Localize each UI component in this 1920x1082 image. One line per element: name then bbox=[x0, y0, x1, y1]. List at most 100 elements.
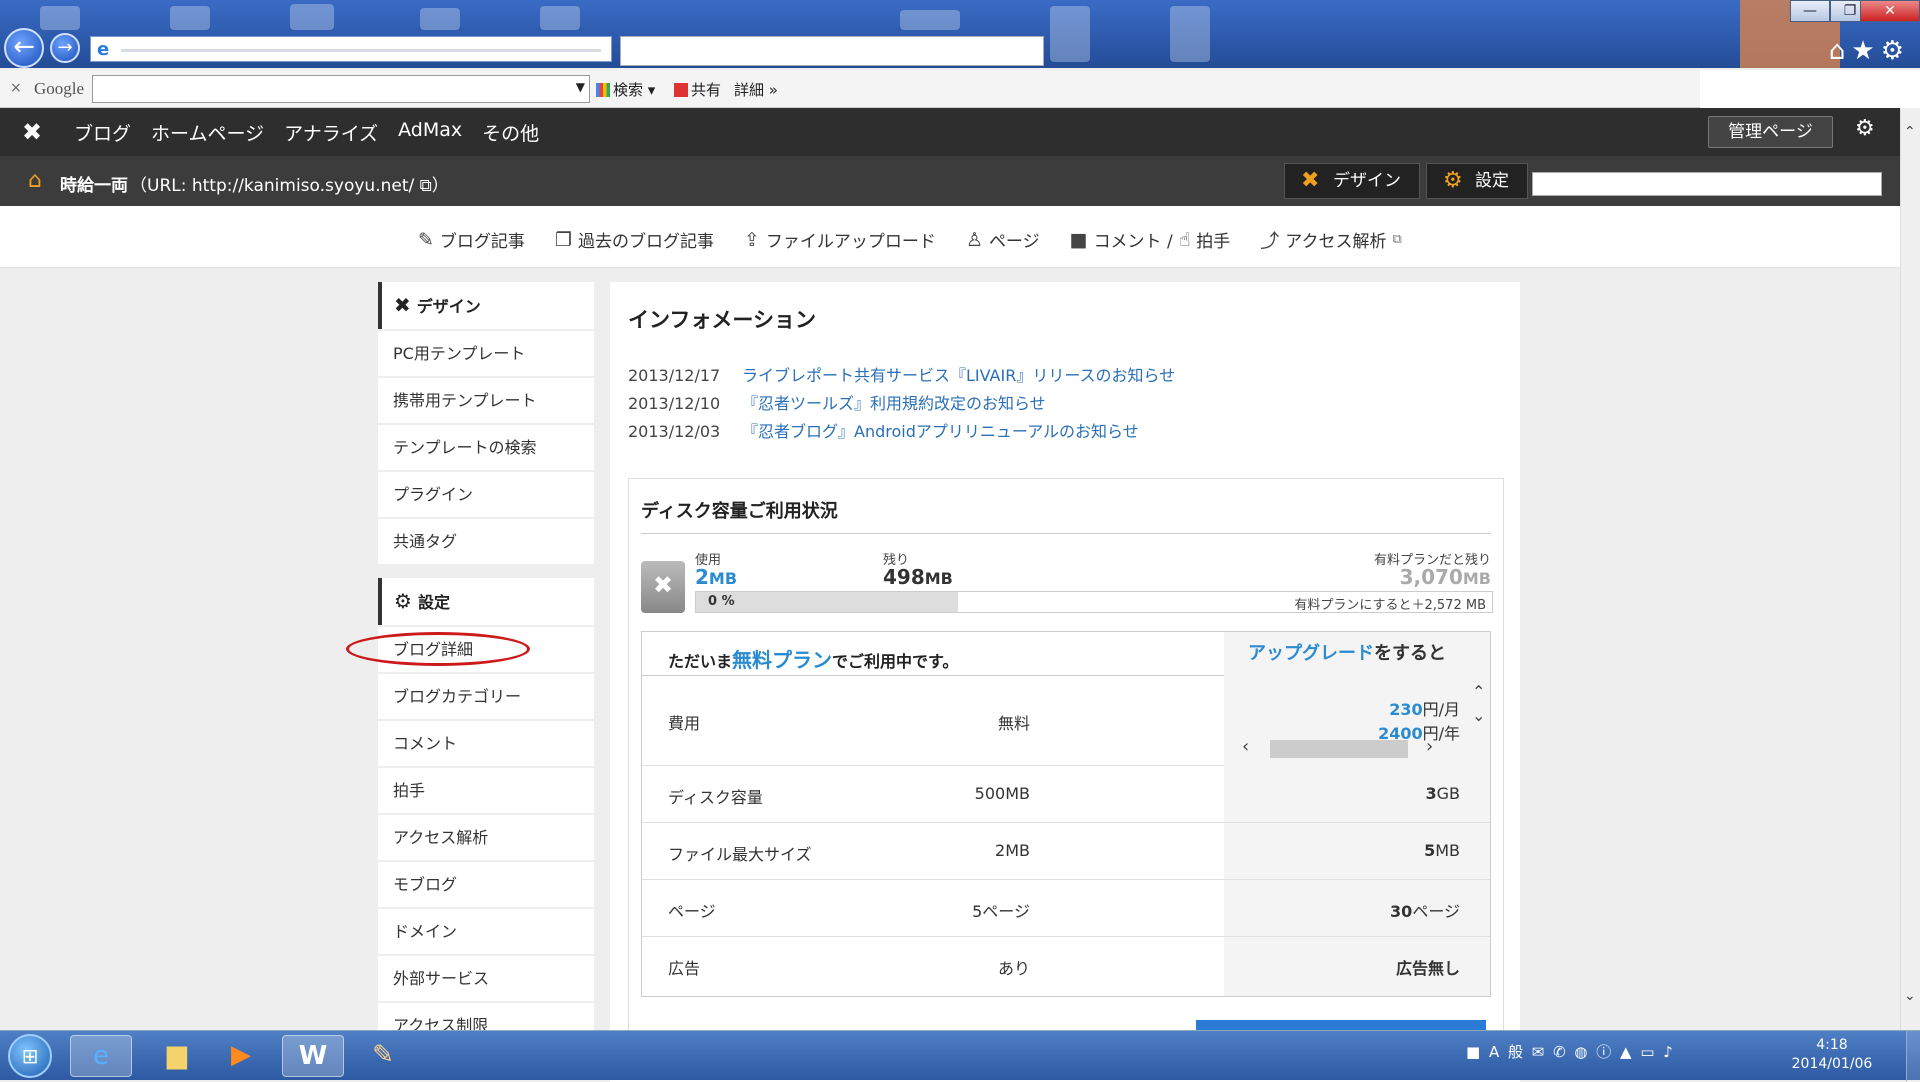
news-link[interactable]: 『忍者ブログ』Androidアプリリニューアルのお知らせ bbox=[742, 422, 1139, 441]
subnav-blog-posts[interactable]: ✎ ブログ記事 bbox=[418, 226, 525, 253]
blog-header-bar: ⌂ 時給一両 （URL: http://kanimiso.syoyu.net/ … bbox=[0, 156, 1900, 206]
sidebar-item-comment[interactable]: コメント bbox=[378, 721, 594, 766]
gear-icon[interactable]: ⚙ bbox=[1855, 116, 1875, 141]
gear-icon[interactable]: ⚙ bbox=[1881, 36, 1910, 66]
arrow-left-icon: ← bbox=[13, 32, 35, 62]
news-link[interactable]: 『忍者ツールズ』利用規約改定のお知らせ bbox=[742, 394, 1046, 413]
sidebar-item-clap[interactable]: 拍手 bbox=[378, 768, 594, 813]
sidebar-item-pc-template[interactable]: PC用テンプレート bbox=[378, 331, 594, 376]
gear-icon: ⚙ bbox=[1443, 168, 1463, 193]
taskbar-ie[interactable]: e bbox=[70, 1035, 132, 1077]
home-icon[interactable]: ⌂ bbox=[1829, 36, 1852, 66]
minimize-button[interactable]: — bbox=[1790, 0, 1830, 22]
scroll-down-icon[interactable]: ⌄ bbox=[1472, 706, 1485, 725]
star-icon[interactable]: ★ bbox=[1851, 36, 1880, 66]
sidebar-item-moblog[interactable]: モブログ bbox=[378, 862, 594, 907]
news-link[interactable]: ライブレポート共有サービス『LIVAIR』リリースのお知らせ bbox=[742, 366, 1175, 385]
subnav-page[interactable]: ♙ ページ bbox=[966, 226, 1040, 253]
nav-analyze[interactable]: アナライズ bbox=[284, 119, 378, 146]
sidebar-settings-header: ⚙ 設定 bbox=[378, 578, 594, 625]
subnav-file-upload[interactable]: ⇪ ファイルアップロード bbox=[744, 226, 936, 253]
taskbar-paint[interactable]: ✎ bbox=[352, 1035, 414, 1077]
progress-percent: 0 % bbox=[708, 594, 735, 609]
sidebar-item-domain[interactable]: ドメイン bbox=[378, 909, 594, 954]
taskbar-word[interactable]: W bbox=[282, 1035, 344, 1077]
used-value: 2MB bbox=[695, 565, 738, 589]
table-row: ディスク容量 500MB bbox=[642, 766, 1224, 823]
sidebar-item-common-tag[interactable]: 共通タグ bbox=[378, 519, 594, 564]
paid-remain-value: 3,070MB bbox=[1399, 565, 1491, 589]
chart-icon: ⤴ bbox=[1260, 230, 1280, 252]
taskbar-clock[interactable]: 4:18 2014/01/06 bbox=[1786, 1036, 1878, 1074]
external-link-icon: ⧉ bbox=[414, 176, 432, 196]
windows-logo-icon: ⊞ bbox=[21, 1044, 39, 1068]
comment-icon: ■ bbox=[1069, 228, 1088, 251]
ninja-global-nav: ✖ ブログ ホームページ アナライズ AdMax その他 管理ページ ⚙ bbox=[0, 108, 1900, 156]
google-search-button[interactable]: 検索 ▾ bbox=[596, 79, 655, 100]
home-icon[interactable]: ⌂ bbox=[28, 170, 42, 192]
sidebar-item-blog-category[interactable]: ブログカテゴリー bbox=[378, 674, 594, 719]
design-button[interactable]: ✖ デザイン bbox=[1284, 163, 1420, 199]
show-desktop-button[interactable] bbox=[1906, 1031, 1920, 1081]
dropdown-arrow-icon[interactable]: ▼ bbox=[576, 80, 585, 94]
blog-url[interactable]: （URL: http://kanimiso.syoyu.net/ ⧉） bbox=[130, 171, 449, 196]
share-button[interactable]: 共有 bbox=[674, 79, 721, 100]
taskbar-explorer[interactable]: ▆ bbox=[146, 1035, 208, 1077]
close-toolbar-button[interactable]: × bbox=[10, 80, 22, 96]
subnav-items: ✎ ブログ記事 ❐ 過去のブログ記事 ⇪ ファイルアップロード ♙ ページ ■ コメント … bbox=[418, 226, 1402, 253]
table-cell-paid: 30ページ bbox=[1224, 880, 1490, 937]
clock-time: 4:18 bbox=[1816, 1037, 1848, 1053]
sidebar-item-access-analysis[interactable]: アクセス解析 bbox=[378, 815, 594, 860]
ninja-logo-icon[interactable]: ✖ bbox=[22, 118, 42, 146]
nav-admax[interactable]: AdMax bbox=[398, 119, 462, 146]
word-icon: W bbox=[298, 1041, 328, 1071]
scroll-up-icon[interactable]: ⌃ bbox=[1472, 682, 1485, 701]
forward-button[interactable]: → bbox=[50, 33, 80, 63]
google-logo: Google bbox=[34, 79, 85, 98]
ie-icon: e bbox=[97, 39, 110, 60]
sitemap-icon: ♙ bbox=[965, 228, 983, 251]
settings-button[interactable]: ⚙ 設定 bbox=[1426, 163, 1528, 199]
upgrade-link[interactable]: アップグレード bbox=[1248, 643, 1374, 664]
page-vertical-scrollbar[interactable]: ⌃ ⌄ bbox=[1900, 108, 1920, 1030]
taskbar-media-player[interactable]: ▶ bbox=[210, 1035, 272, 1077]
browser-titlebar: ← → e — ❐ ✕ ⌂★⚙ bbox=[0, 0, 1920, 68]
back-button[interactable]: ← bbox=[4, 28, 44, 68]
subnav-past-posts[interactable]: ❐ 過去のブログ記事 bbox=[555, 226, 714, 253]
header-search-input[interactable] bbox=[1532, 172, 1882, 196]
admin-page-button[interactable]: 管理ページ bbox=[1708, 116, 1833, 148]
detail-button[interactable]: 詳細 » bbox=[734, 79, 778, 100]
news-date: 2013/12/03 bbox=[628, 422, 721, 441]
table-row: ファイル最大サイズ 2MB bbox=[642, 823, 1224, 880]
scroll-right-icon[interactable]: › bbox=[1426, 736, 1433, 757]
table-cell-paid: 5MB bbox=[1224, 823, 1490, 880]
sidebar-item-plugin[interactable]: プラグイン bbox=[378, 472, 594, 517]
nav-homepage[interactable]: ホームページ bbox=[151, 119, 264, 146]
google-search-icon bbox=[596, 83, 610, 97]
arrow-right-icon: → bbox=[57, 37, 73, 58]
nav-other[interactable]: その他 bbox=[482, 119, 539, 146]
subnav-access-analysis[interactable]: ⤴ アクセス解析 ⧉ bbox=[1260, 226, 1401, 253]
scroll-left-icon[interactable]: ‹ bbox=[1242, 736, 1249, 757]
nav-blog[interactable]: ブログ bbox=[74, 119, 131, 146]
sidebar: ✖ デザイン PC用テンプレート 携帯用テンプレート テンプレートの検索 プラグイ… bbox=[378, 282, 594, 1050]
plan-header: ただいま無料プランでご利用中です。 アップグレードをすると bbox=[642, 632, 1490, 676]
close-button[interactable]: ✕ bbox=[1860, 0, 1920, 22]
news-date: 2013/12/17 bbox=[628, 366, 721, 385]
sidebar-item-mobile-template[interactable]: 携帯用テンプレート bbox=[378, 378, 594, 423]
sidebar-item-template-search[interactable]: テンプレートの検索 bbox=[378, 425, 594, 470]
browser-tab[interactable] bbox=[620, 36, 1044, 66]
google-search-input[interactable]: ▼ bbox=[92, 75, 590, 103]
ime-mode: A 般 bbox=[1488, 1043, 1525, 1061]
horizontal-scrollbar[interactable] bbox=[1270, 740, 1408, 758]
start-button[interactable]: ⊞ bbox=[8, 1034, 52, 1078]
blog-name[interactable]: 時給一両 bbox=[60, 171, 128, 196]
scroll-down-icon[interactable]: ⌄ bbox=[1904, 988, 1916, 1004]
clap-icon: ☝ bbox=[1178, 228, 1191, 251]
address-bar[interactable]: e bbox=[90, 36, 612, 62]
play-icon: ▶ bbox=[231, 1040, 251, 1070]
scroll-up-icon[interactable]: ⌃ bbox=[1904, 124, 1916, 140]
sidebar-item-external-service[interactable]: 外部サービス bbox=[378, 956, 594, 1001]
system-tray[interactable]: ■ A 般 ✉ ✆ ◍ ⓘ ▲ ▭ ♪ bbox=[1466, 1041, 1675, 1062]
subnav-comment-clap[interactable]: ■ コメント / ☝ 拍手 bbox=[1070, 226, 1231, 253]
